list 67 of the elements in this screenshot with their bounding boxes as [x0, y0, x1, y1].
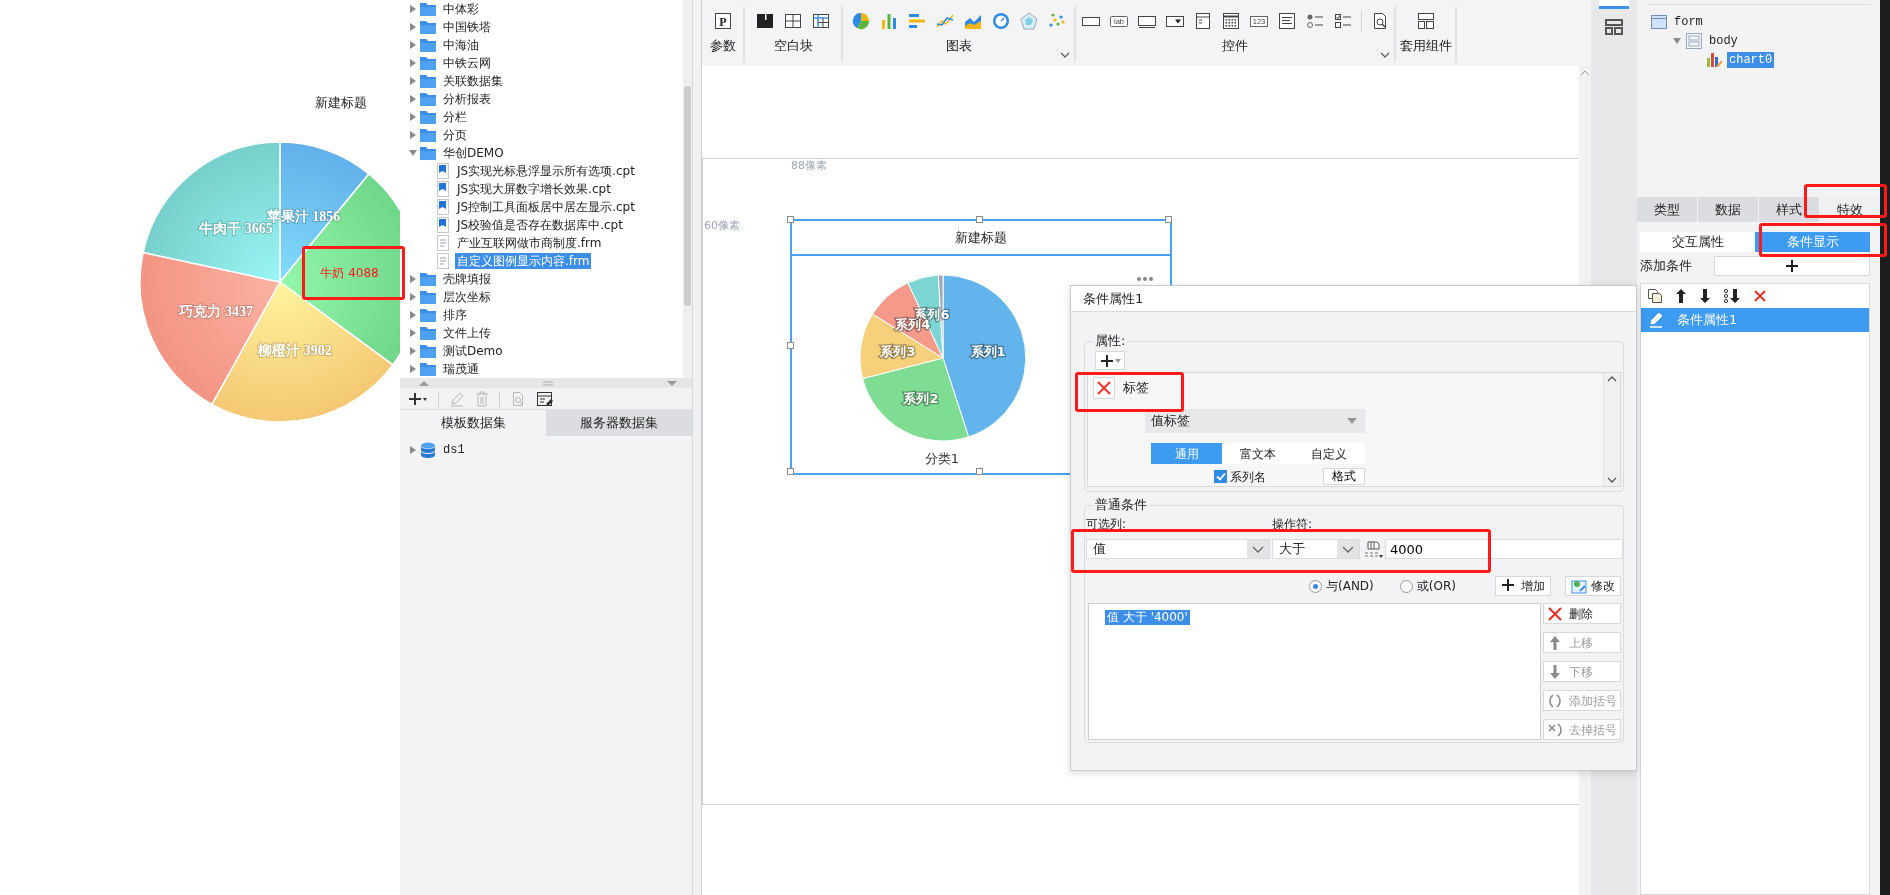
value-field[interactable]: 4000: [1385, 539, 1623, 559]
tree-item[interactable]: body: [1707, 32, 1740, 49]
tab[interactable]: 样式: [1759, 197, 1819, 222]
format-button[interactable]: 格式: [1323, 468, 1365, 485]
dropdown-value: 值: [1093, 540, 1106, 559]
field-label: 操作符:: [1272, 517, 1313, 532]
tab[interactable]: 服务器数据集: [546, 410, 692, 436]
file-item[interactable]: JS校验值是否存在数据库中.cpt: [455, 217, 625, 233]
group-label: 套用组件: [1399, 37, 1452, 55]
tab[interactable]: 数据: [1698, 197, 1758, 222]
property-name: 标签: [1123, 379, 1149, 398]
folder-item[interactable]: 测试Demo: [441, 343, 505, 359]
group-label: 参数: [709, 37, 736, 55]
chart-title: 新建标题: [315, 95, 367, 110]
file-item[interactable]: JS实现光标悬浮显示所有选项.cpt: [455, 163, 637, 179]
folder-item[interactable]: 中铁云网: [441, 55, 493, 71]
section-legend: 普通条件: [1093, 497, 1149, 513]
group-label: 控件: [1222, 37, 1248, 55]
folder-item[interactable]: 中体彩: [441, 1, 481, 17]
operator-dropdown[interactable]: 大于: [1272, 539, 1360, 559]
chart-title: 新建标题: [792, 221, 1170, 256]
section-legend: 属性:: [1093, 333, 1128, 349]
radio-button[interactable]: 与(AND): [1309, 577, 1374, 595]
folder-item[interactable]: 文件上传: [441, 325, 493, 341]
label-type-dropdown[interactable]: 值标签: [1145, 409, 1365, 433]
folder-item[interactable]: 分栏: [441, 109, 469, 125]
delete-button[interactable]: 删除: [1543, 603, 1621, 624]
add-button[interactable]: 增加: [1495, 576, 1551, 596]
field-label: 可选列:: [1086, 517, 1128, 532]
folder-item[interactable]: 中海油: [441, 37, 481, 53]
slice-label: 系列3: [880, 344, 916, 359]
data-label: 牛肉干 3665: [199, 220, 273, 236]
data-label: 巧克力 3437: [179, 303, 253, 319]
tree-item[interactable]: form: [1672, 13, 1705, 30]
dataset-item[interactable]: ds1: [441, 442, 467, 458]
slice-label: 系列2: [903, 391, 939, 406]
folder-item[interactable]: 层次坐标: [441, 289, 493, 305]
folder-item[interactable]: 中国铁塔: [441, 19, 493, 35]
folder-item[interactable]: 瑞茂通: [441, 361, 481, 377]
data-label: 柳橙汁 3902: [258, 343, 332, 359]
file-item[interactable]: JS控制工具面板居中居左显示.cpt: [455, 199, 637, 215]
offset-label: 60像素: [704, 219, 740, 232]
folder-item[interactable]: 排序: [441, 307, 469, 323]
edit-button[interactable]: 修改: [1565, 576, 1621, 596]
radio-button[interactable]: 或(OR): [1399, 577, 1456, 595]
tab[interactable]: 类型: [1637, 197, 1697, 222]
folder-item[interactable]: 关联数据集: [441, 73, 505, 89]
field-label: 添加条件: [1640, 257, 1693, 276]
data-label: 牛奶 4088: [320, 266, 379, 281]
slice-label: 系列1: [970, 343, 1006, 359]
category-label: 分类1: [924, 451, 960, 466]
dropdown-value: 大于: [1279, 540, 1305, 559]
folder-item[interactable]: 分页: [441, 127, 469, 143]
folder-item[interactable]: 壳牌填报: [441, 271, 493, 287]
condition-label: 条件属性1: [1677, 311, 1738, 330]
folder-item[interactable]: 分析报表: [441, 91, 493, 107]
parameter-icon[interactable]: P: [712, 11, 733, 31]
checkbox[interactable]: 系列名: [1214, 467, 1266, 486]
column-dropdown[interactable]: 值: [1086, 539, 1270, 559]
offset-label: 88像素: [791, 159, 827, 172]
group-label: 图表: [945, 37, 972, 55]
dialog-title: 条件属性1: [1071, 286, 1636, 312]
file-item[interactable]: JS实现大屏数字增长效果.cpt: [455, 181, 613, 197]
tab[interactable]: 交互属性: [1640, 232, 1755, 252]
file-item[interactable]: 产业互联网做市商制度.frm: [455, 235, 604, 251]
group-label: 空白块: [773, 37, 813, 55]
folder-item[interactable]: 华创DEMO: [441, 145, 506, 161]
